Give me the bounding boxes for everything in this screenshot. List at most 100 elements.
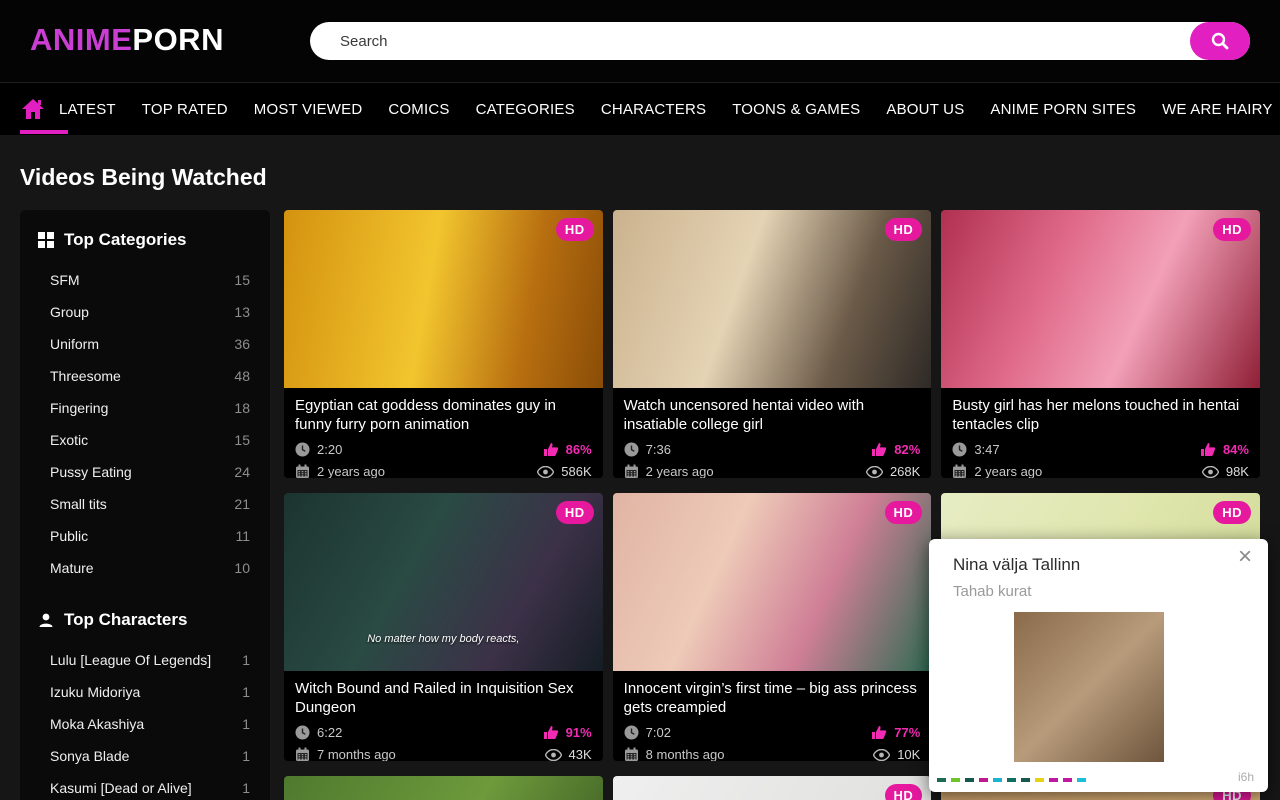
video-thumbnail[interactable]: HD xyxy=(284,210,603,388)
category-label: Pussy Eating xyxy=(50,464,132,480)
site-logo[interactable]: ANIMEPORN xyxy=(30,22,224,58)
character-count: 1 xyxy=(242,684,250,700)
top-categories-title: Top Categories xyxy=(64,230,186,250)
video-age: 2 years ago xyxy=(974,464,1042,478)
page: ANIMEPORN LATEST TOP RATED MOST VIEWED C… xyxy=(0,0,1280,800)
popup-title: Nina välja Tallinn xyxy=(953,555,1080,575)
nav-item-we-are-hairy[interactable]: WE ARE HAIRY xyxy=(1149,101,1280,118)
eye-icon xyxy=(866,466,883,478)
character-item[interactable]: Moka Akashiya1 xyxy=(38,708,252,740)
category-item[interactable]: Uniform 36 xyxy=(38,328,252,360)
category-item[interactable]: Exotic15 xyxy=(38,424,252,456)
category-item[interactable]: SFM15 xyxy=(38,264,252,296)
clock-icon xyxy=(624,442,639,457)
category-item[interactable]: Threesome 48 xyxy=(38,360,252,392)
nav-item-toons-games[interactable]: TOONS & GAMES xyxy=(719,101,873,118)
eye-icon xyxy=(545,749,562,761)
close-icon[interactable]: × xyxy=(1232,541,1258,573)
character-item[interactable]: Lulu [League Of Legends]1 xyxy=(38,644,252,676)
thumbs-up-icon xyxy=(871,725,887,740)
character-count: 1 xyxy=(242,748,250,764)
logo-text-porn: PORN xyxy=(132,22,224,57)
video-title[interactable]: Egyptian cat goddess dominates guy in fu… xyxy=(295,397,592,435)
video-title[interactable]: Innocent virgin’s first time – big ass p… xyxy=(624,680,921,718)
video-title[interactable]: Busty girl has her melons touched in hen… xyxy=(952,397,1249,435)
character-icon xyxy=(38,612,54,628)
video-card[interactable]: HD Watch uncensored hentai video with in… xyxy=(613,210,932,478)
category-label: Threesome xyxy=(50,368,121,384)
character-label: Sonya Blade xyxy=(50,748,129,764)
nav-item-latest[interactable]: LATEST xyxy=(46,101,129,118)
video-card[interactable]: HD Innocent virgin’s first time – big as… xyxy=(613,493,932,761)
video-age: 2 years ago xyxy=(646,464,714,478)
category-label: Uniform xyxy=(50,336,99,352)
category-count: 13 xyxy=(234,304,250,320)
nav-item-about-us[interactable]: ABOUT US xyxy=(873,101,977,118)
page-title: Videos Being Watched xyxy=(20,164,267,191)
character-item[interactable]: Sonya Blade 1 xyxy=(38,740,252,772)
character-label: Kasumi [Dead or Alive] xyxy=(50,780,192,796)
video-likes: 82% xyxy=(894,442,920,457)
active-tab-underline xyxy=(20,130,68,134)
video-duration: 3:47 xyxy=(974,442,999,457)
category-item[interactable]: Pussy Eating24 xyxy=(38,456,252,488)
video-card[interactable]: HD xyxy=(613,776,932,800)
category-count: 36 xyxy=(234,336,250,352)
category-item[interactable]: Public11 xyxy=(38,520,252,552)
popup-subtitle: Tahab kurat xyxy=(953,583,1031,600)
top-characters-header: Top Characters xyxy=(38,610,252,630)
search-button[interactable] xyxy=(1190,22,1250,60)
video-title[interactable]: Watch uncensored hentai video with insat… xyxy=(624,397,921,435)
popup-dashes xyxy=(937,778,1086,782)
category-item[interactable]: Small tits21 xyxy=(38,488,252,520)
top-characters-title: Top Characters xyxy=(64,610,187,630)
main-nav: LATEST TOP RATED MOST VIEWED COMICS CATE… xyxy=(0,82,1280,135)
thumbs-up-icon xyxy=(1200,442,1216,457)
video-card[interactable]: HD No matter how my body reacts, Witch B… xyxy=(284,493,603,761)
thumbs-up-icon xyxy=(871,442,887,457)
category-item[interactable]: Mature10 xyxy=(38,552,252,584)
video-card[interactable]: HD Busty girl has her melons touched in … xyxy=(941,210,1260,478)
popup-time-badge: i6h xyxy=(1238,770,1254,784)
hd-badge: HD xyxy=(556,218,594,241)
hd-badge: HD xyxy=(885,501,923,524)
search-input[interactable] xyxy=(310,22,1250,60)
nav-item-most-viewed[interactable]: MOST VIEWED xyxy=(241,101,376,118)
category-item[interactable]: Fingering18 xyxy=(38,392,252,424)
video-thumbnail[interactable]: HD No matter how my body reacts, xyxy=(284,493,603,671)
video-views: 10K xyxy=(897,747,920,761)
category-count: 48 xyxy=(234,368,250,384)
category-count: 10 xyxy=(234,560,250,576)
category-item[interactable]: Group13 xyxy=(38,296,252,328)
character-count: 1 xyxy=(242,780,250,796)
video-duration: 7:36 xyxy=(646,442,671,457)
video-views: 43K xyxy=(569,747,592,761)
video-views: 98K xyxy=(1226,464,1249,478)
video-thumbnail[interactable]: HD xyxy=(941,210,1260,388)
video-thumbnail[interactable]: HD xyxy=(613,493,932,671)
nav-item-anime-porn-sites[interactable]: ANIME PORN SITES xyxy=(977,101,1149,118)
nav-item-top-rated[interactable]: TOP RATED xyxy=(129,101,241,118)
nav-item-comics[interactable]: COMICS xyxy=(375,101,462,118)
video-thumbnail[interactable]: HD xyxy=(613,210,932,388)
calendar-icon xyxy=(624,464,639,478)
category-label: SFM xyxy=(50,272,80,288)
category-label: Fingering xyxy=(50,400,108,416)
nav-item-characters[interactable]: CHARACTERS xyxy=(588,101,719,118)
nav-item-categories[interactable]: CATEGORIES xyxy=(463,101,588,118)
calendar-icon xyxy=(952,464,967,478)
search-bar xyxy=(310,22,1250,60)
video-likes: 86% xyxy=(566,442,592,457)
nav-home[interactable] xyxy=(20,83,46,136)
popup-image[interactable] xyxy=(1014,612,1164,762)
character-item[interactable]: Izuku Midoriya1 xyxy=(38,676,252,708)
hd-badge: HD xyxy=(1213,218,1251,241)
character-item[interactable]: Kasumi [Dead or Alive] 1 xyxy=(38,772,252,800)
header: ANIMEPORN xyxy=(0,0,1280,82)
video-title[interactable]: Witch Bound and Railed in Inquisition Se… xyxy=(295,680,592,718)
video-thumbnail[interactable] xyxy=(284,776,603,800)
video-card[interactable] xyxy=(284,776,603,800)
video-card[interactable]: HD Egyptian cat goddess dominates guy in… xyxy=(284,210,603,478)
calendar-icon xyxy=(295,747,310,761)
video-thumbnail[interactable]: HD xyxy=(613,776,932,800)
